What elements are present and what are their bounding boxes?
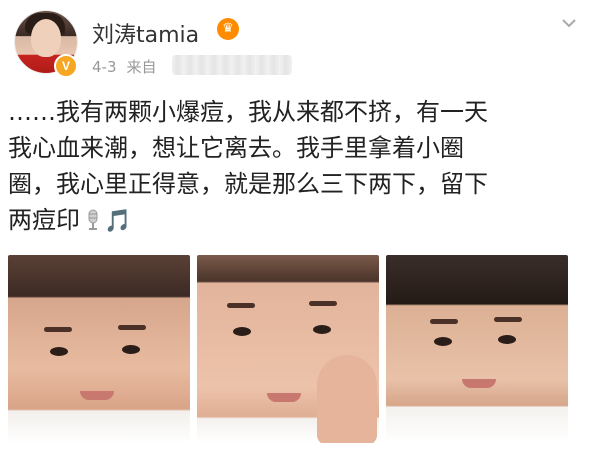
face-brow	[494, 317, 522, 322]
post-source-label: 来自	[126, 58, 157, 76]
face-eye	[50, 347, 68, 356]
chevron-down-icon[interactable]	[560, 14, 578, 32]
selfie-photo-3[interactable]	[386, 255, 568, 443]
face-eye	[434, 337, 452, 346]
author-name[interactable]: 刘涛tamia	[92, 17, 199, 49]
face-brow	[44, 327, 72, 332]
face-brow	[118, 325, 146, 330]
avatar-face	[31, 19, 61, 57]
verified-badge-icon: V	[54, 54, 78, 78]
face-eye	[313, 325, 331, 334]
crown-icon: ♛	[217, 18, 239, 40]
selfie-photo-1[interactable]	[8, 255, 190, 443]
face-brow	[430, 319, 458, 324]
post-meta: 4-3 来自	[92, 56, 157, 77]
face-mouth	[267, 393, 301, 402]
post-text-line: 两痘印	[8, 206, 80, 234]
weibo-post: V 刘涛tamia ♛ 4-3 来自 ……我有两颗小爆痘，我从来都不挤，有一天 我…	[0, 0, 600, 457]
face-eye	[498, 335, 516, 344]
selfie-photo-2[interactable]	[197, 255, 379, 443]
post-text-line: ……我有两颗小爆痘，我从来都不挤，有一天	[8, 98, 488, 126]
post-text-last-line: 两痘印 🎵	[8, 202, 568, 240]
face-mouth	[80, 391, 114, 400]
blurred-source	[172, 55, 292, 75]
hand-on-cheek	[317, 355, 377, 443]
post-date[interactable]: 4-3	[92, 58, 117, 76]
microphone-icon	[88, 209, 98, 230]
post-text-line: 我心血来潮，想让它离去。我手里拿着小圈	[8, 134, 464, 162]
face-mouth	[462, 379, 496, 388]
face-eye	[122, 345, 140, 354]
post-text: ……我有两颗小爆痘，我从来都不挤，有一天 我心血来潮，想让它离去。我手里拿着小圈…	[8, 94, 568, 240]
post-text-line: 圈，我心里正得意，就是那么三下两下，留下	[8, 170, 488, 198]
face-brow	[227, 303, 255, 308]
face-eye	[233, 327, 251, 336]
music-note-icon: 🎵	[104, 209, 132, 234]
face-brow	[309, 301, 337, 306]
